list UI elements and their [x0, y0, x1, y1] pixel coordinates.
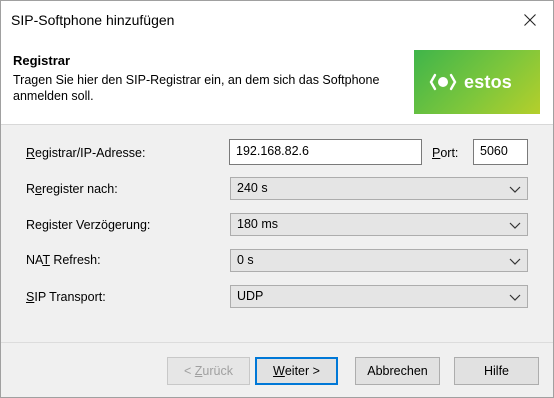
chevron-down-icon	[509, 258, 521, 265]
estos-logo: estos	[414, 50, 540, 114]
next-button[interactable]: Weiter >	[255, 357, 338, 385]
delay-select[interactable]: 180 ms	[230, 213, 528, 236]
footer-separator	[1, 342, 553, 343]
nat-refresh-select[interactable]: 0 s	[230, 249, 528, 272]
transport-select[interactable]: UDP	[230, 285, 528, 308]
dialog-window: SIP-Softphone hinzufügen Registrar Trage…	[0, 0, 554, 398]
chevron-down-icon	[509, 222, 521, 229]
registrar-label: Registrar/IP-Adresse:	[26, 146, 146, 160]
wizard-header: Registrar Tragen Sie hier den SIP-Regist…	[1, 39, 553, 125]
close-icon	[524, 14, 536, 26]
close-button[interactable]	[507, 1, 553, 39]
reregister-select[interactable]: 240 s	[230, 177, 528, 200]
port-input[interactable]: 5060	[473, 139, 528, 165]
reregister-value: 240 s	[237, 181, 268, 195]
cancel-button[interactable]: Abbrechen	[355, 357, 440, 385]
logo-text: estos	[464, 71, 513, 92]
nat-refresh-value: 0 s	[237, 253, 254, 267]
transport-label: SIP Transport:	[26, 290, 106, 304]
nat-label: NAT Refresh:	[26, 253, 101, 267]
chevron-down-icon	[509, 186, 521, 193]
help-button[interactable]: Hilfe	[454, 357, 539, 385]
reregister-label: Reregister nach:	[26, 182, 118, 196]
registrar-input[interactable]: 192.168.82.6	[229, 139, 422, 165]
window-title: SIP-Softphone hinzufügen	[11, 12, 175, 28]
back-button[interactable]: < Zurück	[167, 357, 250, 385]
header-subtitle: Tragen Sie hier den SIP-Registrar ein, a…	[13, 73, 380, 103]
delay-value: 180 ms	[237, 217, 278, 231]
header-title: Registrar	[13, 53, 71, 68]
transport-value: UDP	[237, 289, 264, 303]
title-bar: SIP-Softphone hinzufügen	[1, 1, 553, 39]
chevron-down-icon	[509, 294, 521, 301]
delay-label: Register Verzögerung:	[26, 218, 151, 232]
port-label: Port:	[432, 146, 459, 160]
estos-logo-icon	[429, 73, 457, 91]
